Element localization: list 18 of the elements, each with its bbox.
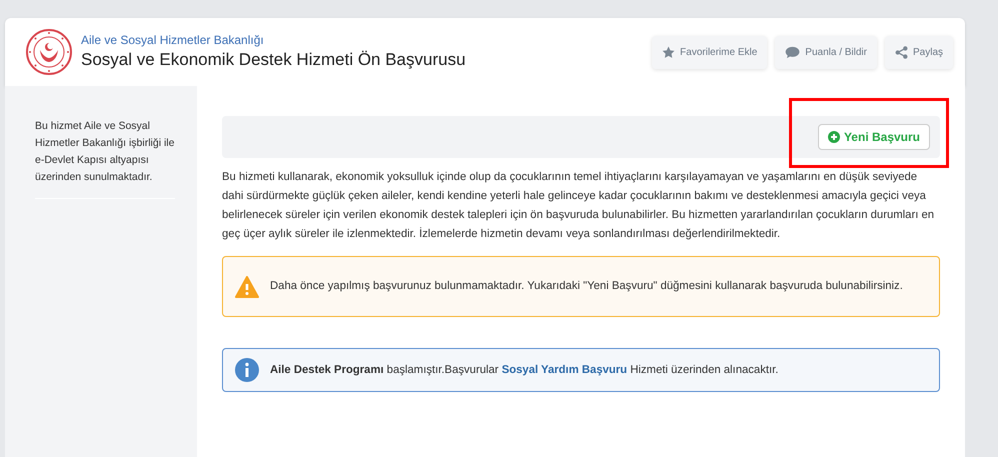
alert-message: Aile Destek Programı başlamıştır.Başvurular Sosyal Yardım Başvuru Hizmeti üzerinden alınacaktır. [270,362,778,378]
info-icon [235,358,259,382]
new-application-button[interactable]: Yeni Başvuru [818,124,930,150]
alert-message: Daha önce yapılmış başvurunuz bulunmamaktadır. Yukarıdaki "Yeni Başvuru" düğmesini kullanarak başvuruda bulunabilirsiniz. [270,279,903,294]
service-link[interactable]: Sosyal Yardım Başvuru [502,364,628,376]
warning-icon [235,276,259,298]
star-icon [662,46,676,58]
header-action-button[interactable]: Favorilerime Ekle [652,36,768,68]
page-title: Sosyal ve Ekonomik Destek Hizmeti Ön Başvurusu [81,49,466,71]
sidebar-text: Bu hizmet Aile ve Sosyal Hizmetler Bakanlığı işbirliği ile e-Devlet Kapısı altyapısı üzerinden sunulmaktadır. [35,118,175,199]
header-action-button[interactable]: Paylaş [884,36,953,68]
speech-bubble-icon [785,46,800,58]
service-description: Bu hizmeti kullanarak, ekonomik yoksulluk içinde olup da çocuklarının temel ihtiyaçlarını karşılayamayan ve yaşamlarını en düşük seviyede dahi sürdürmekte güçlük çeken aileler, kendi kendine yeterli hale gelinceye kadar çocuklarının bakımı ve desteklenmesi amacıyla geçici veya belirlenecek süreler için verilen ekonomik destek talepleri için ön başvuruda bulunabilirler. Bu hizmetten yararlandırılan çocukların durumları en geç üçer aylık süreler ile izlenmektedir. İzlemelerde hizmetin devamı veya sonlandırılması değerlendirilmektedir. [222,170,936,242]
header-action-button[interactable]: Puanla / Bildir [775,36,877,68]
ministry-name[interactable]: Aile ve Sosyal Hizmetler Bakanlığı [81,32,466,48]
share-icon [894,46,908,58]
plus-circle-icon [828,131,840,143]
ministry-logo [25,28,73,76]
